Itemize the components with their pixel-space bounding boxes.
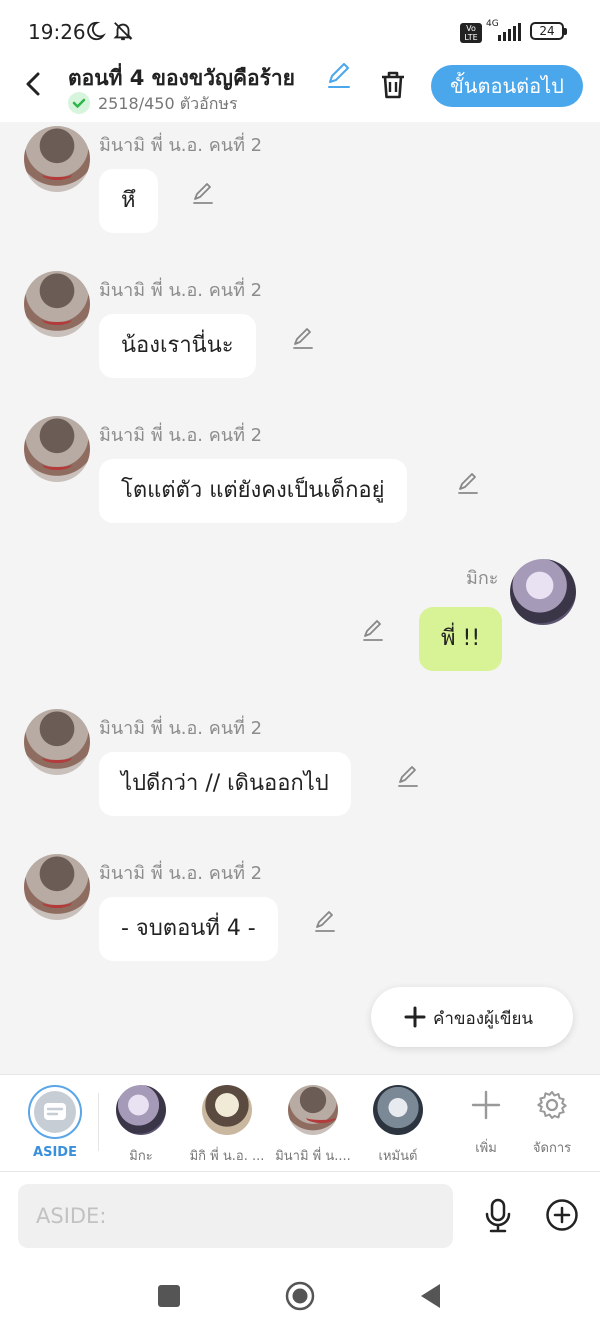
character-avatar-miki[interactable] bbox=[202, 1085, 252, 1135]
battery-icon: 24 bbox=[530, 22, 567, 40]
recent-apps-icon[interactable] bbox=[158, 1285, 180, 1307]
edit-message-icon[interactable] bbox=[312, 908, 338, 934]
author-note-button[interactable]: คำของผู้เขียน bbox=[371, 987, 573, 1047]
aside-label: ASIDE bbox=[33, 1145, 77, 1160]
divider bbox=[98, 1093, 99, 1151]
nav-back-icon[interactable] bbox=[418, 1282, 444, 1310]
character-avatar-mika[interactable] bbox=[116, 1085, 166, 1135]
character-bar: ASIDE มิกะ มิกิ พี่ น.อ. ... มินามิ พี่ … bbox=[0, 1074, 600, 1172]
volte-badge: Vo LTE bbox=[460, 23, 482, 43]
message-sender: มินามิ พี่ น.อ. คนที่ 2 bbox=[99, 718, 263, 739]
moon-icon bbox=[87, 21, 106, 41]
chat-area: มินามิ พี่ น.อ. คนที่ 2 หึ มินามิ พี่ น.… bbox=[0, 122, 600, 1074]
edit-message-icon[interactable] bbox=[190, 180, 216, 206]
minami-avatar[interactable] bbox=[24, 271, 90, 337]
message-sender: มินามิ พี่ น.อ. คนที่ 2 bbox=[99, 280, 263, 301]
status-time: 19:26 bbox=[28, 20, 86, 44]
minami-avatar[interactable] bbox=[24, 709, 90, 775]
microphone-icon[interactable] bbox=[481, 1198, 515, 1234]
minami-avatar[interactable] bbox=[24, 126, 90, 192]
author-note-label: คำของผู้เขียน bbox=[433, 1009, 534, 1029]
add-character-icon[interactable] bbox=[470, 1089, 502, 1121]
message-bubble[interactable]: พี่ !! bbox=[419, 607, 503, 671]
edit-message-icon[interactable] bbox=[455, 470, 481, 496]
manage-label: จัดการ bbox=[532, 1141, 572, 1156]
status-bar: 19:26 Vo LTE 4G 24 bbox=[0, 0, 600, 60]
message-bubble[interactable]: น้องเรานี่นะ bbox=[99, 314, 256, 378]
aside-icon bbox=[34, 1091, 76, 1133]
back-arrow-icon[interactable] bbox=[18, 68, 50, 100]
edit-title-icon[interactable] bbox=[324, 60, 354, 90]
message-sender: มินามิ พี่ น.อ. คนที่ 2 bbox=[99, 863, 263, 884]
next-step-button[interactable]: ขั้นตอนต่อไป bbox=[431, 65, 583, 107]
message-sender: มินามิ พี่ น.อ. คนที่ 2 bbox=[99, 135, 263, 156]
character-count: 2518/450 ตัวอักษร bbox=[98, 94, 238, 113]
message-sender: มิกะ bbox=[466, 568, 499, 589]
message-input[interactable] bbox=[18, 1184, 453, 1248]
character-name: มิกะ bbox=[129, 1149, 153, 1164]
character-avatar-hemant[interactable] bbox=[373, 1085, 423, 1135]
input-row bbox=[0, 1172, 600, 1262]
system-nav-bar bbox=[0, 1262, 600, 1333]
mika-avatar[interactable] bbox=[510, 559, 576, 625]
header: ตอนที่ 4 ของขวัญคือร้าย 2518/450 ตัวอักษ… bbox=[0, 60, 600, 122]
message-bubble[interactable]: หึ bbox=[99, 169, 158, 233]
home-icon[interactable] bbox=[284, 1280, 316, 1312]
add-circle-icon[interactable] bbox=[545, 1198, 579, 1232]
signal-icon bbox=[498, 23, 521, 41]
minami-avatar[interactable] bbox=[24, 416, 90, 482]
message-bubble[interactable]: ไปดีกว่า // เดินออกไป bbox=[99, 752, 351, 816]
gear-icon[interactable] bbox=[536, 1089, 568, 1121]
trash-icon[interactable] bbox=[376, 68, 410, 102]
edit-message-icon[interactable] bbox=[290, 325, 316, 351]
page-title: ตอนที่ 4 ของขวัญคือร้าย bbox=[68, 66, 295, 90]
character-avatar-minami[interactable] bbox=[288, 1085, 338, 1135]
edit-message-icon[interactable] bbox=[360, 617, 386, 643]
add-character-label: เพิ่ม bbox=[475, 1141, 497, 1156]
aside-selector[interactable] bbox=[28, 1085, 82, 1139]
check-icon bbox=[68, 92, 90, 114]
message-bubble[interactable]: โตแต่ตัว แต่ยังคงเป็นเด็กอยู่ bbox=[99, 459, 407, 523]
character-name: มินามิ พี่ น.... bbox=[275, 1149, 351, 1164]
bell-off-icon bbox=[113, 22, 133, 41]
message-bubble[interactable]: - จบตอนที่ 4 - bbox=[99, 897, 278, 961]
character-name: มิกิ พี่ น.อ. ... bbox=[189, 1149, 265, 1164]
plus-icon bbox=[404, 1006, 426, 1028]
edit-message-icon[interactable] bbox=[395, 763, 421, 789]
message-sender: มินามิ พี่ น.อ. คนที่ 2 bbox=[99, 425, 263, 446]
character-name: เหมันต์ bbox=[378, 1149, 418, 1164]
minami-avatar[interactable] bbox=[24, 854, 90, 920]
